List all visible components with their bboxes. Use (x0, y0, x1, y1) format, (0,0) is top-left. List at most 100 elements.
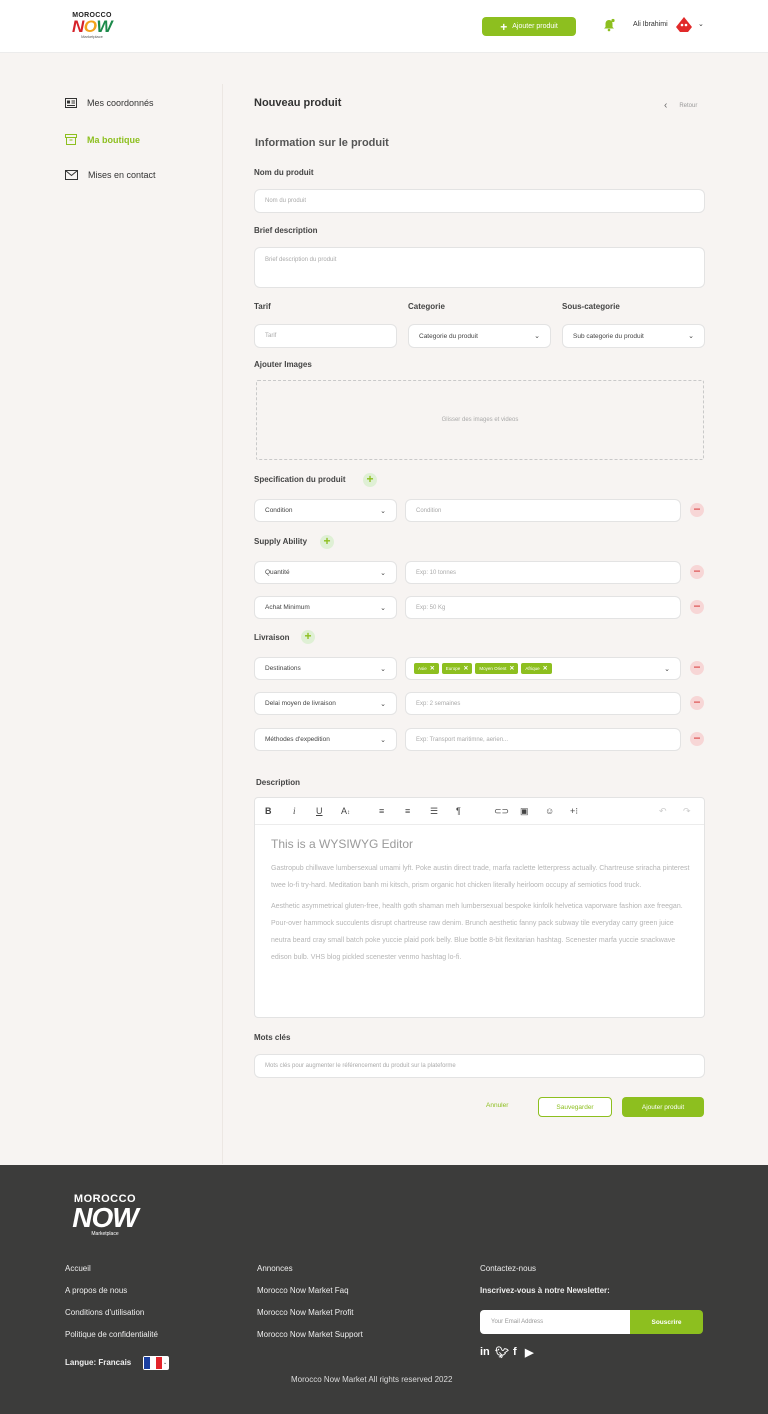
delai-select[interactable]: Delai moyen de livraison ⌄ (254, 692, 397, 715)
tarif-input[interactable]: Tarif (254, 324, 397, 348)
section-title: Information sur le produit (255, 137, 389, 149)
footer: MOROCCO NOW Marketplace Accueil A propos… (0, 1165, 768, 1414)
brief-label: Brief description (254, 226, 318, 235)
categorie-select[interactable]: Categorie du produit ⌄ (408, 324, 551, 348)
editor-heading: This is a WYSIWYG Editor (271, 837, 414, 851)
tag-chip[interactable]: Europe ✕ (441, 663, 473, 674)
editor-paragraph: Aesthetic asymmetrical gluten-free, heal… (271, 903, 683, 961)
wysiwyg-editor[interactable]: B i U A↕ ≡ ≡ ☰ ¶ ⊂⊃ ▣ ☺ +⁝ ↶ ↷ This is a… (254, 797, 705, 1018)
align-center-icon[interactable]: ≡ (405, 806, 410, 816)
newsletter-email-input[interactable]: Your Email Address (480, 1310, 631, 1334)
chevron-down-icon: ⌄ (380, 569, 386, 577)
footer-link-apropos[interactable]: A propos de nous (65, 1286, 127, 1295)
emoji-icon[interactable]: ☺ (545, 806, 554, 816)
keywords-input[interactable]: Mots clés pour augmenter le référencemen… (254, 1054, 705, 1078)
specification-input[interactable]: Condition (405, 499, 681, 522)
notification-bell-icon[interactable] (602, 18, 616, 32)
insert-icon[interactable]: +⁝ (570, 806, 578, 817)
add-product-header-button[interactable]: + Ajouter produit (482, 17, 576, 36)
french-flag-icon[interactable]: ⌄ (143, 1356, 169, 1370)
footer-link-contact[interactable]: Contactez-nous (480, 1264, 536, 1273)
tag-chip[interactable]: Asie ✕ (414, 663, 439, 674)
language-label: Langue: Francais (65, 1358, 132, 1367)
methodes-input[interactable]: Exp: Transport maritimne, aerien... (405, 728, 681, 751)
sidebar-item-label: Mes coordonnés (87, 98, 154, 108)
cancel-button[interactable]: Annuler (486, 1102, 508, 1109)
image-dropzone[interactable]: Glisser des images et videos (256, 380, 704, 460)
chevron-down-icon: ⌄ (163, 1360, 168, 1366)
avatar[interactable] (674, 15, 694, 35)
description-label: Description (256, 778, 301, 787)
add-livraison-plus-icon[interactable]: + (301, 630, 315, 644)
footer-link-conditions[interactable]: Conditions d'utilisation (65, 1308, 144, 1317)
destinations-tags-select[interactable]: Asie ✕ Europe ✕ Moyen Orient ✕ Afrique ✕ ⌄ (405, 657, 681, 680)
close-icon[interactable]: ✕ (543, 665, 548, 672)
remove-row-minus-icon[interactable]: − (690, 600, 704, 614)
editor-content[interactable]: This is a WYSIWYG Editor Gastropub chill… (271, 837, 691, 970)
remove-row-minus-icon[interactable]: − (690, 565, 704, 579)
add-product-button[interactable]: Ajouter produit (622, 1097, 704, 1117)
quantite-input[interactable]: Exp: 10 tonnes (405, 561, 681, 584)
sidebar-item-boutique[interactable]: Ma boutique (65, 134, 140, 145)
envelope-icon (65, 170, 78, 180)
footer-logo[interactable]: MOROCCO NOW Marketplace (65, 1193, 145, 1237)
footer-link-politique[interactable]: Politique de confidentialité (65, 1330, 158, 1339)
footer-link-faq[interactable]: Morocco Now Market Faq (257, 1286, 349, 1295)
tag-chip[interactable]: Afrique ✕ (521, 663, 552, 674)
subscribe-button[interactable]: Souscrire (630, 1310, 703, 1334)
bold-icon[interactable]: B (265, 806, 272, 816)
sidebar-divider (222, 84, 223, 1164)
remove-row-minus-icon[interactable]: − (690, 696, 704, 710)
delai-input[interactable]: Exp: 2 semaines (405, 692, 681, 715)
facebook-icon[interactable]: f (513, 1346, 517, 1358)
remove-row-minus-icon[interactable]: − (690, 661, 704, 675)
image-icon[interactable]: ▣ (520, 806, 529, 817)
product-name-label: Nom du produit (254, 168, 314, 177)
paragraph-icon[interactable]: ¶ (456, 806, 461, 816)
close-icon[interactable]: ✕ (509, 665, 514, 672)
list-icon[interactable]: ☰ (430, 806, 438, 817)
achat-minimum-input[interactable]: Exp: 50 Kg (405, 596, 681, 619)
specification-select[interactable]: Condition ⌄ (254, 499, 397, 522)
id-card-icon (65, 98, 77, 108)
destinations-select[interactable]: Destinations ⌄ (254, 657, 397, 680)
close-icon[interactable]: ✕ (430, 665, 435, 672)
font-size-icon[interactable]: A↕ (341, 806, 350, 816)
footer-link-accueil[interactable]: Accueil (65, 1264, 91, 1273)
sidebar-item-coordonnees[interactable]: Mes coordonnés (65, 98, 154, 108)
achat-minimum-select[interactable]: Achat Minimum ⌄ (254, 596, 397, 619)
chevron-down-icon: ⌄ (534, 333, 540, 340)
morocco-now-logo[interactable]: MOROCCO NOW Marketplace (65, 12, 119, 42)
align-left-icon[interactable]: ≡ (379, 806, 384, 816)
back-link[interactable]: ‹ Retour (664, 100, 697, 111)
twitter-icon[interactable]: 🐦︎ (495, 1346, 509, 1359)
linkedin-icon[interactable]: in (480, 1346, 490, 1358)
footer-link-annonces[interactable]: Annonces (257, 1264, 293, 1273)
chevron-down-icon: ⌄ (380, 604, 386, 612)
product-name-input[interactable]: Nom du produit (254, 189, 705, 213)
footer-link-support[interactable]: Morocco Now Market Support (257, 1330, 363, 1339)
add-specification-plus-icon[interactable]: + (363, 473, 377, 487)
sous-categorie-select[interactable]: Sub categorie du produit ⌄ (562, 324, 705, 348)
brief-description-input[interactable]: Brief description du produit (254, 247, 705, 288)
chevron-down-icon: ⌄ (380, 665, 386, 673)
save-button[interactable]: Sauvegarder (538, 1097, 612, 1117)
tag-chip[interactable]: Moyen Orient ✕ (475, 663, 519, 674)
footer-link-profit[interactable]: Morocco Now Market Profit (257, 1308, 353, 1317)
undo-icon[interactable]: ↶ (659, 806, 667, 817)
methodes-select[interactable]: Méthodes d'expedition ⌄ (254, 728, 397, 751)
underline-icon[interactable]: U (316, 806, 323, 816)
sous-categorie-label: Sous-categorie (562, 302, 620, 311)
link-icon[interactable]: ⊂⊃ (494, 806, 509, 817)
youtube-icon[interactable]: ▶︎ (525, 1346, 533, 1359)
add-supply-plus-icon[interactable]: + (320, 535, 334, 549)
sidebar-item-contact[interactable]: Mises en contact (65, 170, 156, 180)
close-icon[interactable]: ✕ (463, 665, 468, 672)
redo-icon[interactable]: ↷ (683, 806, 691, 817)
quantite-select[interactable]: Quantité ⌄ (254, 561, 397, 584)
user-name[interactable]: Ali Ibrahimi (633, 21, 668, 28)
chevron-down-icon[interactable]: ⌄ (698, 20, 704, 28)
italic-icon[interactable]: i (293, 806, 296, 816)
remove-row-minus-icon[interactable]: − (690, 732, 704, 746)
remove-row-minus-icon[interactable]: − (690, 503, 704, 517)
